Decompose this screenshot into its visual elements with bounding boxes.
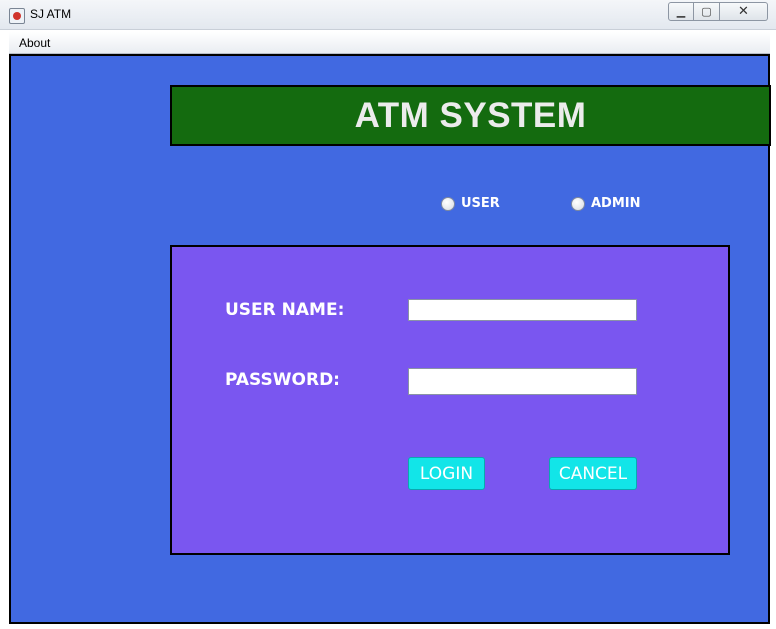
- window-title: SJ ATM: [30, 7, 72, 21]
- window-title-bar: SJ ATM ▁ ▢ ✕: [0, 0, 776, 30]
- menu-about[interactable]: About: [19, 36, 50, 50]
- java-app-icon: [9, 8, 25, 24]
- role-radio-user[interactable]: USER: [441, 196, 500, 211]
- role-radio-admin-label: ADMIN: [591, 196, 641, 211]
- password-input[interactable]: [408, 368, 637, 395]
- maximize-button[interactable]: ▢: [694, 2, 720, 21]
- minimize-button[interactable]: ▁: [668, 2, 694, 21]
- role-radio-admin[interactable]: ADMIN: [571, 196, 641, 211]
- menu-bar: About: [9, 32, 770, 54]
- login-button[interactable]: LOGIN: [408, 457, 485, 490]
- username-label: USER NAME:: [225, 300, 345, 320]
- window-controls: ▁ ▢ ✕: [668, 2, 768, 21]
- password-label: PASSWORD:: [225, 370, 340, 390]
- role-radio-user-label: USER: [461, 196, 500, 211]
- login-panel: USER NAME: PASSWORD: LOGIN CANCEL: [170, 245, 730, 555]
- title-banner: ATM SYSTEM: [170, 85, 771, 146]
- cancel-button[interactable]: CANCEL: [549, 457, 637, 490]
- username-input[interactable]: [408, 299, 637, 321]
- radio-button-icon[interactable]: [571, 196, 585, 211]
- main-content: ATM SYSTEM USER ADMIN USER NAME: PASSWOR…: [9, 54, 771, 624]
- close-button[interactable]: ✕: [720, 2, 768, 21]
- app-title: ATM SYSTEM: [354, 95, 587, 135]
- radio-button-icon[interactable]: [441, 196, 455, 211]
